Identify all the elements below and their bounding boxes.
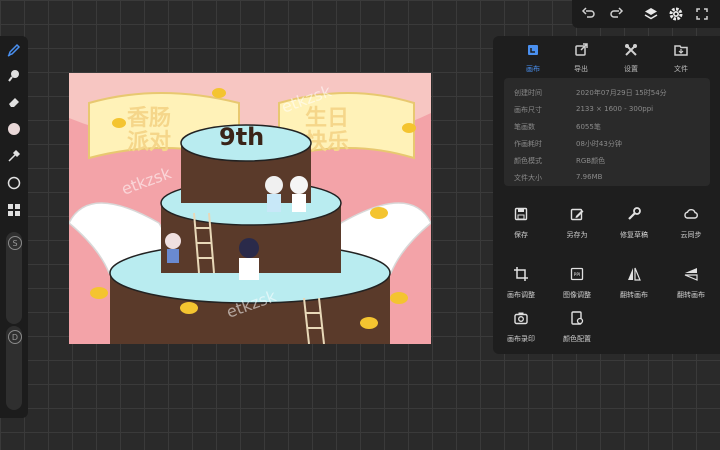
color-swatch[interactable] [4,119,24,139]
save-as-button[interactable]: 另存为 [549,206,605,240]
redo-icon[interactable] [607,5,625,23]
top-toolbar [572,0,720,28]
opacity-slider-knob[interactable]: D [8,330,22,344]
crop-icon [514,267,528,281]
canvas-info-card: 创建时间 2020年07月29日 15时54分 画布尺寸 2133 × 1600 -… [504,78,710,186]
cloud-sync-icon [684,209,698,219]
canvas-record-button[interactable]: 画布录印 [493,310,549,344]
ppi-icon: PPI [570,267,584,281]
banner-left-line2: 派对 [127,130,171,155]
opacity-slider[interactable]: D [6,326,22,410]
wrench-icon [628,207,641,220]
banner-right-line1: 生日 [305,106,349,131]
tab-canvas[interactable]: 画布 [508,42,558,74]
flip-vertical-icon [684,268,698,281]
save-icon [514,207,528,221]
tab-file[interactable]: 文件 [656,42,706,74]
info-row-file-size: 文件大小 7.96MB [514,173,603,182]
layers-icon[interactable] [642,5,660,23]
smudge-icon[interactable] [4,66,24,86]
camera-icon [514,312,528,325]
info-row-strokes: 笔画数 6055笔 [514,123,601,131]
banner-left-line1: 香肠 [127,106,171,131]
export-icon [575,43,588,56]
save-button[interactable]: 保存 [493,206,549,240]
left-toolbar: S D [0,36,28,418]
color-profile-icon [571,311,584,325]
svg-text:PPI: PPI [574,272,581,278]
canvas-info-panel: 画布 导出 设置 文件 创建时间 2020年07月29日 15时54分 画布尺寸 2… [493,36,720,354]
cake-topper-text: 9th [219,123,264,151]
eyedropper-icon[interactable] [4,146,24,166]
info-row-time: 作画耗时 08小时43分钟 [514,140,622,148]
brush-size-slider[interactable]: S [6,232,22,324]
undo-icon[interactable] [580,5,598,23]
repair-draft-button[interactable]: 修复草稿 [606,206,662,240]
tab-export[interactable]: 导出 [556,42,606,74]
canvas-info-icon [528,45,538,55]
info-row-size: 画布尺寸 2133 × 1600 - 300ppi [514,105,654,114]
folder-icon [674,45,688,56]
settings-icon [625,44,637,56]
flip-horizontal-button[interactable]: 翻转画布 [606,266,662,300]
cloud-sync-button[interactable]: 云同步 [663,206,719,240]
image-adjust-button[interactable]: PPI 图像调整 [549,266,605,300]
save-as-icon [570,208,584,221]
info-row-color-mode: 颜色模式 RGB颜色 [514,157,606,165]
canvas-adjust-button[interactable]: 画布调整 [493,266,549,300]
fullscreen-icon[interactable] [693,5,711,23]
selection-icon[interactable] [4,173,24,193]
size-slider-knob[interactable]: S [8,236,22,250]
panel-tabs: 画布 导出 设置 文件 [493,42,720,74]
flip-vertical-button[interactable]: 翻转画布 [663,266,719,300]
info-row-created: 创建时间 2020年07月29日 15时54分 [514,89,667,97]
layers-grid-icon[interactable] [4,200,24,220]
gear-icon[interactable] [667,5,685,23]
color-profile-button[interactable]: 颜色配置 [549,310,605,344]
artwork-canvas[interactable]: 香肠 派对 生日 快乐 9th etkzsk etkzsk etkzsk [69,73,431,344]
flip-horizontal-icon [628,267,641,281]
brush-icon[interactable] [4,40,24,60]
eraser-icon[interactable] [4,92,24,112]
tab-settings[interactable]: 设置 [606,42,656,74]
